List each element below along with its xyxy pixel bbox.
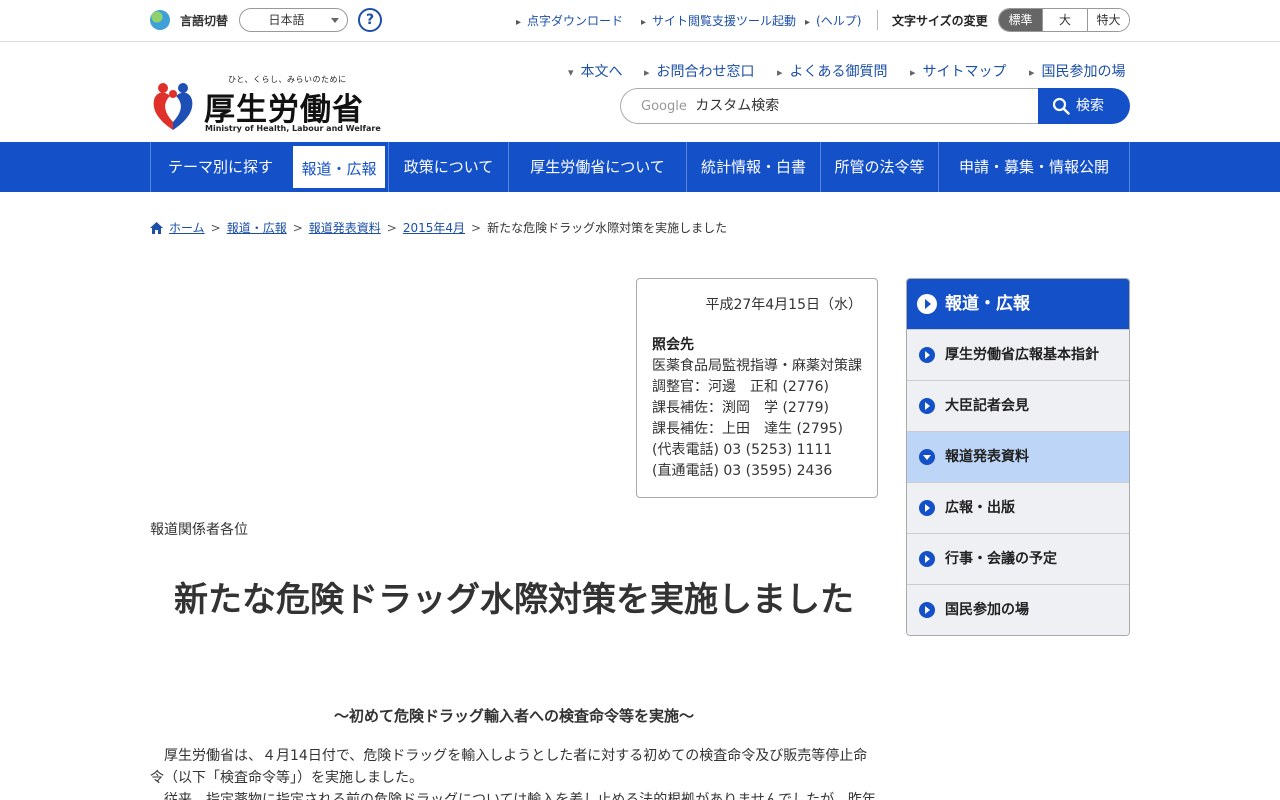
gnav-statistics[interactable]: 統計情報・白書 — [686, 142, 820, 192]
font-size-switcher: 標準 大 特大 — [998, 8, 1130, 32]
search-button-label: 検索 — [1076, 98, 1104, 114]
search-button[interactable]: 検索 — [1038, 88, 1130, 124]
breadcrumb-press-releases[interactable]: 報道発表資料 — [309, 221, 381, 235]
global-nav: テーマ別に探す 報道・広報 政策について 厚生労働省について 統計情報・白書 所… — [0, 142, 1280, 192]
google-label: Google — [641, 99, 687, 114]
language-select[interactable]: 日本語 — [239, 8, 348, 32]
faq-link[interactable]: よくある御質問 — [777, 61, 888, 81]
addressee: 報道関係者各位 — [150, 522, 248, 538]
contact-line: 課長補佐：渕岡 学 (2779) — [652, 400, 830, 416]
search-placeholder: カスタム検索 — [695, 98, 780, 114]
arrow-circle-icon — [919, 551, 935, 567]
search-icon — [1052, 97, 1070, 115]
globe-icon — [150, 10, 170, 30]
font-size-xlarge-button[interactable]: 特大 — [1087, 9, 1129, 31]
language-select-value: 日本語 — [268, 13, 305, 27]
public-participation-link[interactable]: 国民参加の場 — [1029, 61, 1126, 81]
paragraph: 従来、指定薬物に指定される前の危険ドラッグについては輸入を差し止める法的根拠があ… — [164, 792, 876, 800]
arrow-circle-icon — [919, 347, 935, 363]
breadcrumb-month[interactable]: 2015年4月 — [403, 221, 465, 235]
browsing-support-help-link[interactable]: (ヘルプ) — [805, 12, 861, 29]
contact-line: 医薬食品局監視指導・麻薬対策課 — [652, 358, 862, 374]
language-label: 言語切替 — [180, 14, 229, 28]
font-size-standard-button[interactable]: 標準 — [999, 9, 1042, 31]
utility-bar: 言語切替 日本語 ? 点字ダウンロード サイト閲覧支援ツール起動 (ヘルプ) 文… — [0, 0, 1280, 42]
breadcrumb-home[interactable]: ホーム — [169, 221, 205, 235]
font-size-label: 文字サイズの変更 — [892, 14, 988, 28]
contact-heading: 照会先 — [652, 337, 694, 353]
search-input[interactable]: Google カスタム検索 — [620, 88, 1040, 124]
skip-to-content-link[interactable]: 本文へ — [568, 61, 623, 81]
side-item-press-conference[interactable]: 大臣記者会見 — [907, 380, 1129, 431]
breadcrumb-separator: > — [386, 221, 397, 235]
breadcrumb-separator: > — [471, 221, 482, 235]
side-item-label: 広報・出版 — [945, 500, 1015, 516]
site-logo[interactable]: ひと、くらし、みらいのために 厚生労働省 Ministry of Health,… — [150, 74, 381, 134]
home-icon — [150, 222, 163, 234]
breadcrumb-separator: > — [292, 221, 303, 235]
breadcrumb-current: 新たな危険ドラッグ水際対策を実施しました — [487, 221, 728, 235]
logo-text: 厚生労働省 — [204, 92, 364, 128]
contact-box: 平成27年4月15日（水） 照会先 医薬食品局監視指導・麻薬対策課 調整官：河邊… — [636, 278, 878, 498]
browsing-support-link[interactable]: サイト閲覧支援ツール起動 — [641, 12, 796, 29]
divider — [877, 10, 878, 30]
side-item-press-releases[interactable]: 報道発表資料 — [907, 431, 1129, 482]
side-nav-heading[interactable]: 報道・広報 — [907, 279, 1129, 329]
language-help-button[interactable]: ? — [358, 8, 382, 32]
side-item-label: 厚生労働省広報基本指針 — [945, 347, 1099, 363]
gnav-applications[interactable]: 申請・募集・情報公開 — [938, 142, 1130, 192]
side-item-events[interactable]: 行事・会議の予定 — [907, 533, 1129, 584]
breadcrumb-separator: > — [210, 221, 221, 235]
gnav-about[interactable]: 厚生労働省について — [508, 142, 686, 192]
chevron-down-icon — [331, 18, 339, 23]
paragraph: 厚生労働省は、４月14日付で、危険ドラッグを輸入しようとした者に対する初めての検… — [150, 748, 868, 786]
arrow-down-circle-icon — [919, 449, 935, 465]
article-body: 厚生労働省は、４月14日付で、危険ドラッグを輸入しようとした者に対する初めての検… — [150, 745, 878, 800]
side-item-pr-guidelines[interactable]: 厚生労働省広報基本指針 — [907, 329, 1129, 380]
font-size-large-button[interactable]: 大 — [1042, 9, 1087, 31]
arrow-circle-icon — [919, 602, 935, 618]
contact-link[interactable]: お問合わせ窓口 — [644, 61, 755, 81]
side-nav: 報道・広報 厚生労働省広報基本指針 大臣記者会見 報道発表資料 広報・出版 行事… — [906, 278, 1130, 636]
gnav-laws[interactable]: 所管の法令等 — [820, 142, 938, 192]
side-item-publications[interactable]: 広報・出版 — [907, 482, 1129, 533]
logo-english: Ministry of Health, Labour and Welfare — [205, 124, 381, 133]
contact-line: 課長補佐：上田 達生 (2795) — [652, 421, 844, 437]
gnav-policy[interactable]: 政策について — [388, 142, 508, 192]
gnav-theme[interactable]: テーマ別に探す — [150, 142, 290, 192]
side-item-label: 国民参加の場 — [945, 602, 1029, 618]
page-subtitle: ～初めて危険ドラッグ輸入者への検査命令等を実施～ — [333, 707, 694, 725]
contact-line: 調整官：河邊 正和 (2776) — [652, 379, 830, 395]
page-title: 新たな危険ドラッグ水際対策を実施しました — [174, 580, 854, 620]
braille-download-link[interactable]: 点字ダウンロード — [516, 12, 623, 29]
side-item-label: 大臣記者会見 — [945, 398, 1029, 414]
contact-line: (代表電話) 03 (5253) 1111 — [652, 442, 833, 458]
release-date: 平成27年4月15日（水） — [705, 297, 862, 313]
side-nav-heading-label: 報道・広報 — [945, 294, 1030, 314]
mhlw-emblem-icon — [153, 83, 193, 130]
side-item-label: 行事・会議の予定 — [945, 551, 1057, 567]
arrow-circle-icon — [917, 294, 937, 314]
arrow-circle-icon — [919, 398, 935, 414]
breadcrumb-press[interactable]: 報道・広報 — [227, 221, 287, 235]
side-item-public-participation[interactable]: 国民参加の場 — [907, 584, 1129, 635]
breadcrumb: ホーム > 報道・広報 > 報道発表資料 >2015年4月 > 新たな危険ドラッグ水際対策を実… — [150, 219, 727, 236]
arrow-circle-icon — [919, 500, 935, 516]
gnav-press[interactable]: 報道・広報 — [291, 144, 387, 190]
side-item-label: 報道発表資料 — [945, 449, 1029, 465]
contact-line: (直通電話) 03 (3595) 2436 — [652, 463, 833, 479]
sitemap-link[interactable]: サイトマップ — [910, 61, 1007, 81]
